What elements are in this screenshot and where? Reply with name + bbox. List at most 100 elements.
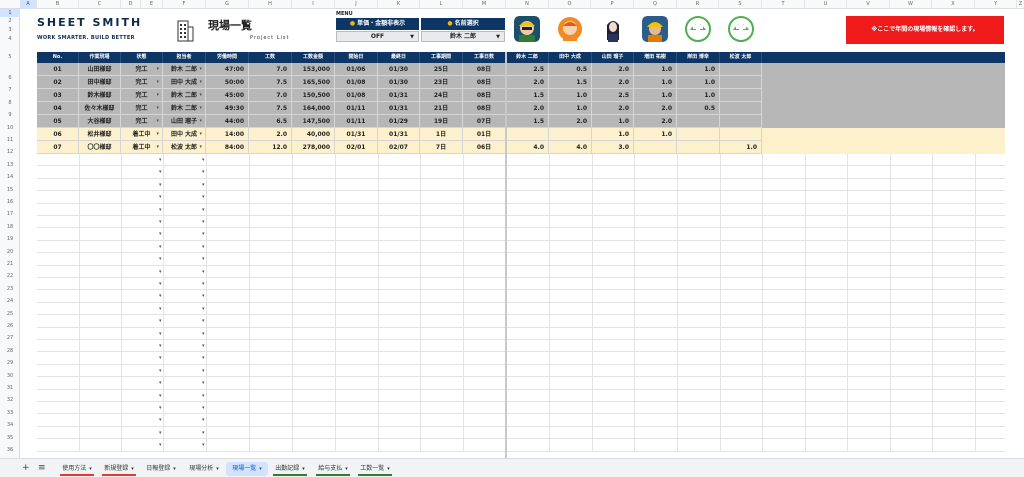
table-cell[interactable]	[506, 128, 549, 141]
table-cell[interactable]: 田中 大成 ▾	[163, 128, 206, 141]
table-cell[interactable]: 完工 ▾	[121, 63, 163, 76]
table-cell[interactable]: 08日	[463, 89, 506, 102]
row-header-11[interactable]: 11	[0, 134, 20, 146]
table-cell[interactable]: 147,500	[292, 115, 335, 128]
table-cell[interactable]: 164,000	[292, 102, 335, 115]
table-cell[interactable]: 01/30	[378, 63, 420, 76]
sheet-tab[interactable]: 給与支払 ▾	[312, 462, 354, 476]
row-header-2[interactable]: 2	[0, 17, 20, 26]
avatar-worker-1[interactable]	[514, 16, 540, 42]
sheet-tab[interactable]: 日報登録 ▾	[140, 462, 182, 476]
table-cell[interactable]: 鈴木様邸	[79, 89, 121, 102]
row-header-29[interactable]: 29	[0, 357, 20, 369]
table-cell[interactable]: 1.5	[506, 115, 549, 128]
table-cell[interactable]: 01/30	[378, 76, 420, 89]
table-cell[interactable]: 1.5	[549, 76, 592, 89]
column-header-L[interactable]: L	[420, 0, 463, 9]
table-cell[interactable]: 165,500	[292, 76, 335, 89]
table-cell[interactable]: 23日	[420, 76, 463, 89]
table-cell[interactable]	[720, 115, 762, 128]
sheet-tab[interactable]: 現場分析 ▾	[183, 462, 225, 476]
table-row[interactable]: 05 大谷様邸 完工 ▾ 山田 瑠子 ▾ 44:00 6.5 147,500 01/11 01/29…	[37, 115, 1005, 128]
table-row[interactable]: 07 〇〇様邸 着工中 ▾ 松波 太郎 ▾ 84:00 12.0 278,000 02/01 02/…	[37, 141, 1005, 154]
row-header-30[interactable]: 30	[0, 370, 20, 382]
sheet-tab[interactable]: 使用方法 ▾	[56, 462, 98, 476]
column-header-S[interactable]: S	[719, 0, 762, 9]
row-header-27[interactable]: 27	[0, 332, 20, 344]
empty-row[interactable]: ▾ ▾	[37, 302, 1005, 316]
table-cell[interactable]: 2.0	[634, 102, 677, 115]
table-cell[interactable]: 鈴木 二郎 ▾	[163, 89, 206, 102]
table-cell[interactable]: 04	[37, 102, 79, 115]
column-header-H[interactable]: H	[249, 0, 292, 9]
column-header-P[interactable]: P	[591, 0, 634, 9]
row-header-35[interactable]: 35	[0, 432, 20, 444]
column-header-G[interactable]: G	[206, 0, 249, 9]
row-header-32[interactable]: 32	[0, 394, 20, 406]
tab-menu-arrow-icon[interactable]: ▾	[131, 466, 134, 472]
table-cell[interactable]: 05	[37, 115, 79, 128]
row-header-21[interactable]: 21	[0, 258, 20, 270]
tab-menu-arrow-icon[interactable]: ▾	[345, 466, 348, 472]
column-header-Q[interactable]: Q	[634, 0, 677, 9]
table-row[interactable]: 02 田中様邸 完工 ▾ 田中 大成 ▾ 50:00 7.5 165,500 01/08 01/30…	[37, 76, 1005, 89]
table-cell[interactable]: 1.0	[677, 63, 720, 76]
table-cell[interactable]: 21日	[420, 102, 463, 115]
table-cell[interactable]: 25日	[420, 63, 463, 76]
toggle-amount-select[interactable]: OFF ▼	[336, 31, 419, 42]
empty-row[interactable]: ▾ ▾	[37, 228, 1005, 241]
table-cell[interactable]: 3.0	[592, 141, 634, 154]
sheet-tab[interactable]: 工数一覧 ▾	[354, 462, 396, 476]
empty-row[interactable]: ▾ ▾	[37, 414, 1005, 427]
empty-row[interactable]: ▾ ▾	[37, 216, 1005, 229]
empty-row[interactable]: ▾ ▾	[37, 402, 1005, 415]
table-cell[interactable]: 1.0	[720, 141, 762, 154]
row-header-14[interactable]: 14	[0, 171, 20, 183]
table-cell[interactable]: 45:00	[206, 89, 249, 102]
table-cell[interactable]: 7.5	[249, 76, 292, 89]
table-cell[interactable]: 12.0	[249, 141, 292, 154]
table-cell[interactable]: 1.0	[592, 128, 634, 141]
row-header-12[interactable]: 12	[0, 146, 20, 158]
table-cell[interactable]	[677, 115, 720, 128]
table-cell[interactable]: 2.0	[634, 115, 677, 128]
table-cell[interactable]: 山田 瑠子 ▾	[163, 115, 206, 128]
table-cell[interactable]: 1.0	[592, 115, 634, 128]
column-header-O[interactable]: O	[549, 0, 591, 9]
table-cell[interactable]	[634, 141, 677, 154]
row-header-9[interactable]: 9	[0, 109, 20, 121]
table-cell[interactable]: 06	[37, 128, 79, 141]
table-cell[interactable]: 田中様邸	[79, 76, 121, 89]
table-cell[interactable]: 01/29	[378, 115, 420, 128]
table-cell[interactable]: 01/08	[335, 89, 378, 102]
avatar-worker-2[interactable]	[557, 16, 583, 42]
add-sheet-icon[interactable]: +	[22, 463, 30, 473]
table-cell[interactable]: 7日	[420, 141, 463, 154]
table-cell[interactable]: 7.5	[249, 102, 292, 115]
table-cell[interactable]	[549, 128, 592, 141]
table-cell[interactable]: 2.5	[592, 89, 634, 102]
column-header-R[interactable]: R	[677, 0, 719, 9]
row-header-6[interactable]: 6	[0, 72, 20, 84]
row-header-26[interactable]: 26	[0, 320, 20, 332]
column-header-C[interactable]: C	[79, 0, 121, 9]
row-header-22[interactable]: 22	[0, 270, 20, 282]
table-cell[interactable]: 02/01	[335, 141, 378, 154]
row-header-13[interactable]: 13	[0, 159, 20, 171]
table-cell[interactable]: 2.0	[506, 102, 549, 115]
empty-row[interactable]: ▾ ▾	[37, 265, 1005, 278]
column-header-D[interactable]: D	[121, 0, 141, 9]
table-cell[interactable]	[720, 76, 762, 89]
table-cell[interactable]: 14:00	[206, 128, 249, 141]
table-cell[interactable]: 01/08	[335, 76, 378, 89]
empty-row[interactable]: ▾ ▾	[37, 253, 1005, 266]
column-header-J[interactable]: J	[335, 0, 378, 9]
column-header-T[interactable]: T	[762, 0, 805, 9]
table-cell[interactable]: 2.0	[549, 115, 592, 128]
table-cell[interactable]: 1日	[420, 128, 463, 141]
row-header-34[interactable]: 34	[0, 419, 20, 431]
table-cell[interactable]	[720, 102, 762, 115]
empty-row[interactable]: ▾ ▾	[37, 377, 1005, 390]
avatar-placeholder-2[interactable]	[728, 16, 754, 42]
table-cell[interactable]: 1.0	[634, 89, 677, 102]
